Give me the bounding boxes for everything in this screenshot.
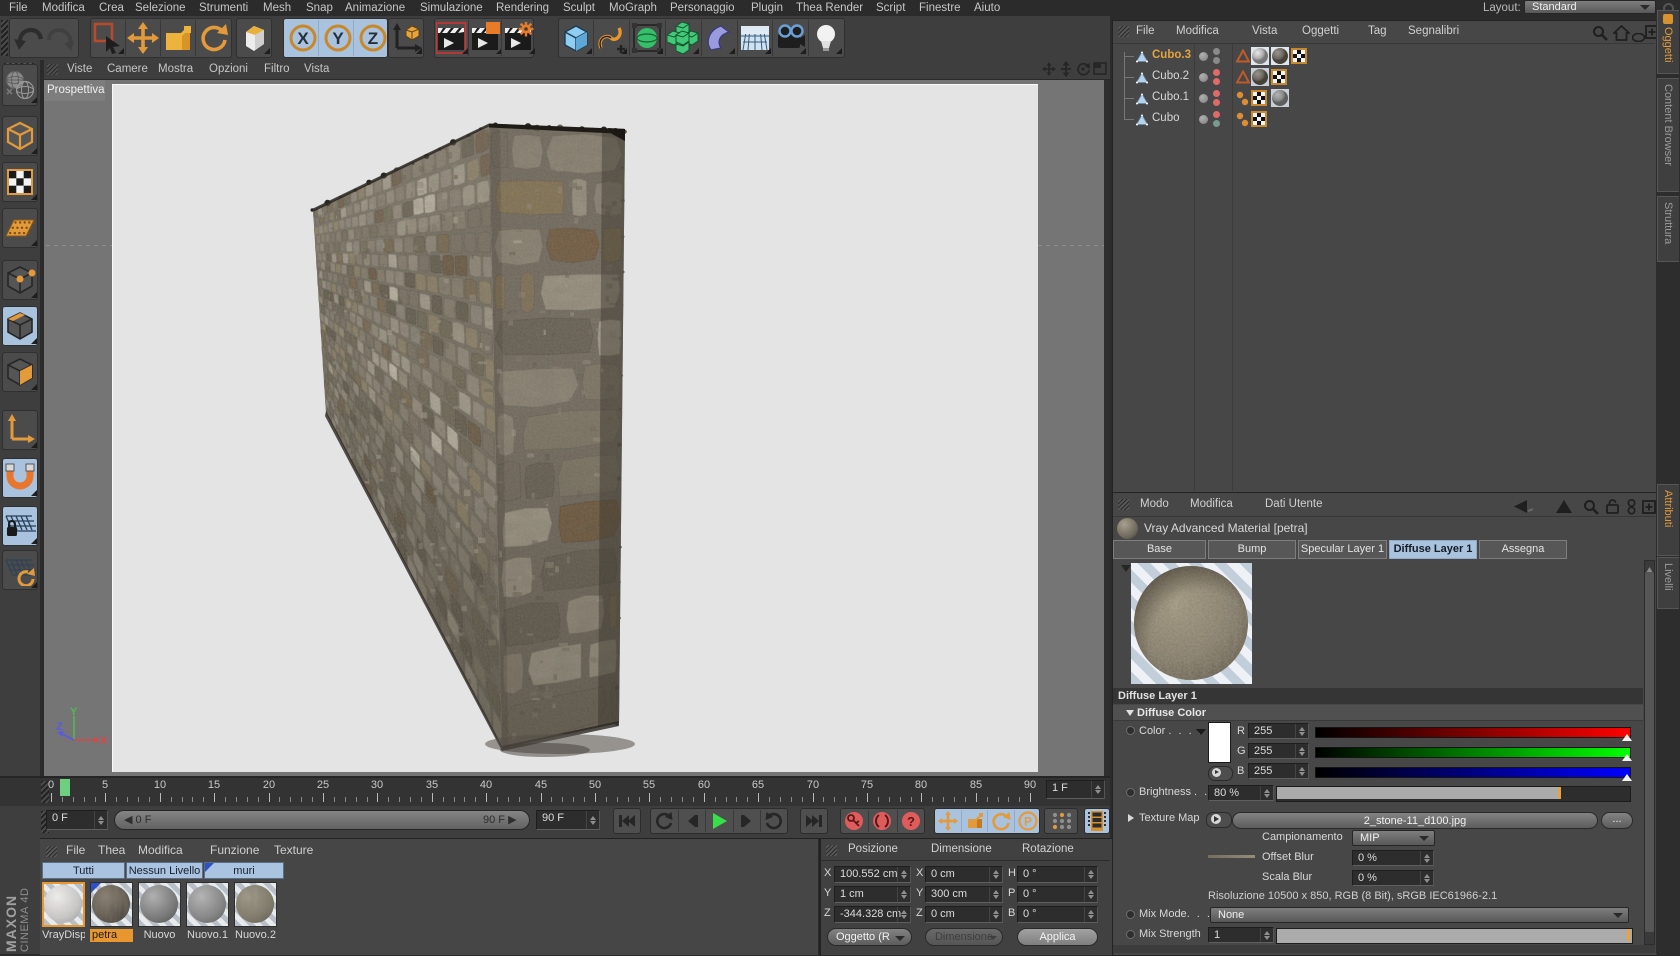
svg-text:Z: Z — [368, 29, 378, 48]
svg-text:X: X — [297, 29, 309, 48]
svg-text:?: ? — [907, 814, 915, 829]
svg-text:X: X — [100, 735, 108, 746]
svg-text:P: P — [1023, 815, 1031, 829]
svg-text:Y: Y — [332, 29, 344, 48]
svg-text:Y: Y — [70, 706, 78, 718]
svg-text:Z: Z — [56, 721, 63, 733]
